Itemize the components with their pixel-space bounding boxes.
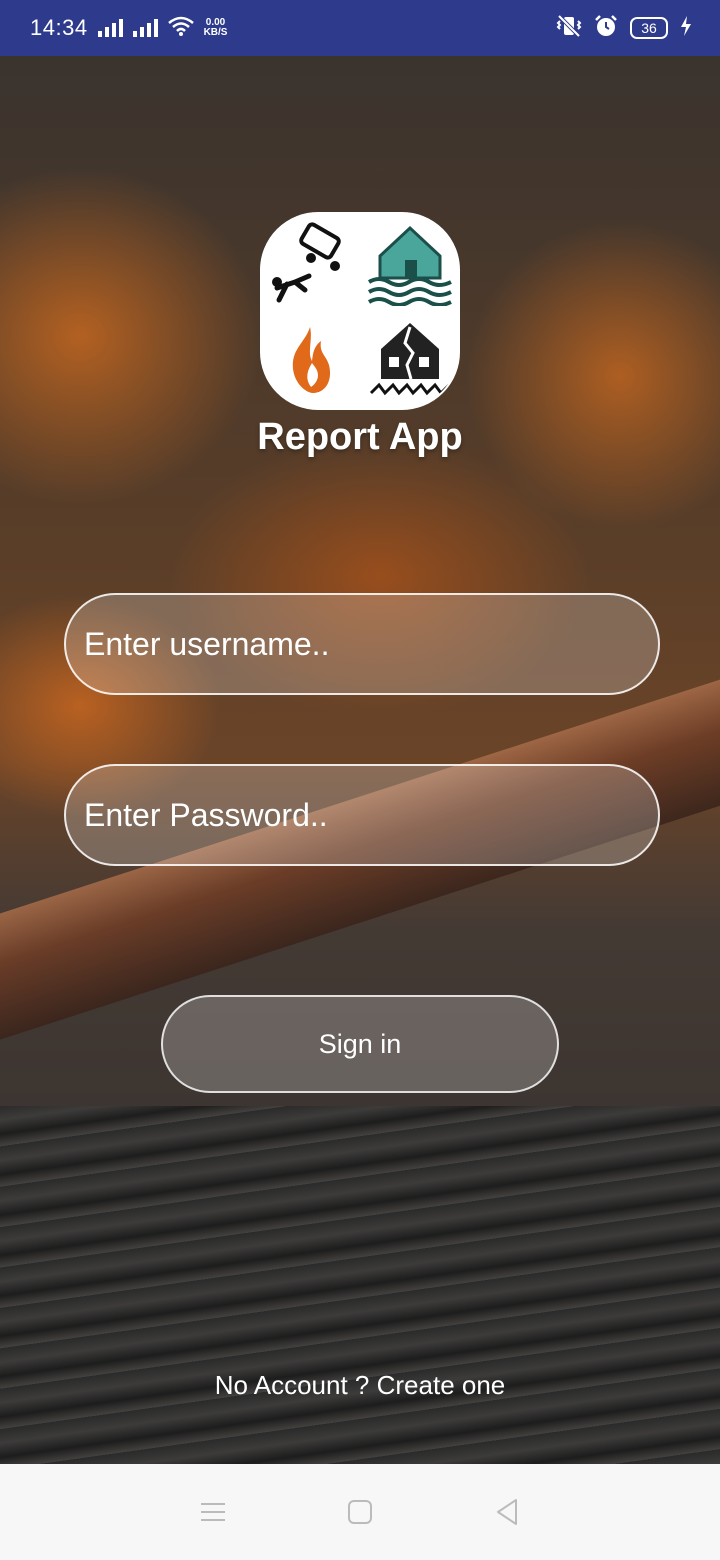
home-icon[interactable] <box>330 1482 390 1542</box>
earthquake-icon <box>361 311 458 405</box>
ties-decoration <box>0 1106 720 1464</box>
signin-label: Sign in <box>318 1028 402 1059</box>
app-logo <box>260 212 460 410</box>
signal-icon <box>132 19 158 37</box>
status-left: 14:34 0.00 KB/S <box>30 15 227 41</box>
net-speed-unit: KB/S <box>203 27 228 38</box>
alarm-icon <box>594 14 618 43</box>
username-input[interactable] <box>84 625 658 663</box>
flood-icon <box>361 214 458 308</box>
status-time: 14:34 <box>30 15 88 40</box>
create-account-link[interactable]: No Account ? Create one <box>0 1370 720 1401</box>
fire-icon <box>262 311 359 405</box>
password-input[interactable] <box>84 796 658 834</box>
accident-icon <box>262 214 359 308</box>
signin-button[interactable]: Sign in <box>161 995 559 1093</box>
battery-level: 36 <box>641 20 657 36</box>
net-speed: 0.00 KB/S <box>204 18 228 38</box>
password-field[interactable] <box>64 764 660 866</box>
vibrate-icon <box>556 14 582 43</box>
signal-icon <box>97 19 123 37</box>
wifi-icon <box>167 16 194 41</box>
username-field[interactable] <box>64 593 660 695</box>
app-title: Report App <box>257 416 463 458</box>
back-icon[interactable] <box>477 1482 537 1542</box>
battery-icon: 36 <box>630 17 668 39</box>
status-right: 36 <box>556 14 692 43</box>
status-bar: 14:34 0.00 KB/S 36 <box>0 0 720 56</box>
charging-icon <box>680 15 692 41</box>
nav-bar <box>0 1464 720 1560</box>
menu-icon[interactable] <box>183 1482 243 1542</box>
